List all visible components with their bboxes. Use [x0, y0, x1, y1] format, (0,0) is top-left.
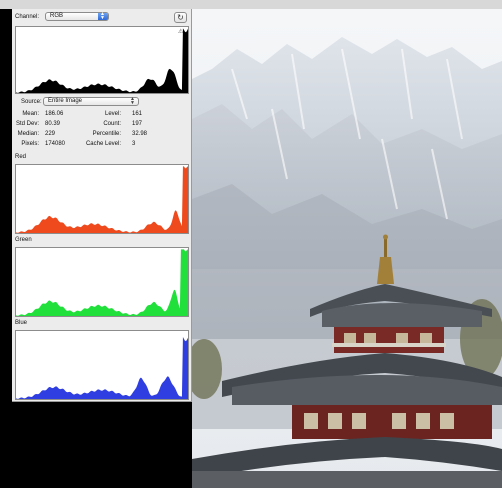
cache-level-label: Cache Level:	[85, 141, 121, 147]
pixels-value: 174080	[45, 141, 66, 147]
stddev-value: 80.39	[45, 121, 61, 127]
channel-select[interactable]: RGB ▲ ▼	[45, 12, 109, 21]
source-label: Source:	[21, 99, 42, 105]
count-value: 197	[132, 121, 143, 127]
composite-histogram-graph	[16, 28, 188, 93]
composite-histogram[interactable]: ⚠	[15, 26, 189, 94]
pixels-label: Pixels:	[21, 141, 39, 147]
percentile-label: Percentile:	[92, 131, 121, 137]
green-section-label: Green	[15, 237, 32, 243]
median-value: 229	[45, 131, 56, 137]
source-select[interactable]: Entire Image ▲ ▼	[43, 97, 139, 106]
blue-histogram-graph	[16, 337, 188, 399]
histogram-panel: Channel: RGB ▲ ▼ ↻ ⚠ Source: Entire Image…	[12, 9, 192, 402]
level-label: Level:	[104, 111, 121, 117]
refresh-icon: ↻	[177, 13, 184, 22]
green-histogram-graph	[16, 249, 188, 316]
blue-histogram-area	[16, 337, 188, 399]
top-menu-bar	[0, 0, 502, 9]
green-histogram-area	[16, 249, 188, 316]
red-histogram-graph	[16, 166, 188, 233]
percentile-value: 32.98	[132, 131, 148, 137]
red-histogram[interactable]	[15, 164, 189, 234]
channel-label: Channel:	[15, 14, 40, 20]
red-histogram-area	[16, 166, 188, 233]
composite-histogram-area	[16, 28, 188, 93]
select-arrows-icon: ▲ ▼	[130, 96, 135, 106]
document-image	[192, 9, 502, 488]
red-section-label: Red	[15, 154, 27, 160]
cache-level-value: 3	[132, 141, 136, 147]
refresh-button[interactable]: ↻	[174, 12, 187, 23]
select-arrows-icon: ▲ ▼	[98, 12, 108, 21]
count-label: Count:	[103, 121, 121, 127]
channel-select-value: RGB	[50, 13, 64, 19]
blue-section-label: Blue	[15, 320, 28, 326]
mean-value: 186.06	[45, 111, 64, 117]
green-histogram[interactable]	[15, 247, 189, 317]
pagoda-photo	[192, 9, 502, 488]
blue-histogram[interactable]	[15, 330, 189, 400]
stddev-label: Std Dev:	[15, 121, 39, 127]
mean-label: Mean:	[22, 111, 39, 117]
median-label: Median:	[17, 131, 39, 137]
level-value: 161	[132, 111, 143, 117]
cache-warning-icon: ⚠	[178, 29, 184, 35]
source-select-value: Entire Image	[48, 98, 83, 104]
